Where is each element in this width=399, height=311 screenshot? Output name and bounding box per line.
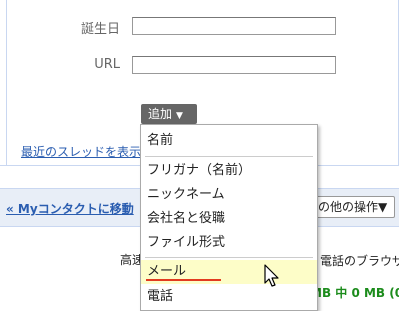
footer-text-right: 電話のブラウザ	[320, 254, 399, 268]
add-button-label: 追加	[148, 107, 173, 121]
menu-item-furigana[interactable]: フリガナ（名前）	[141, 159, 317, 183]
menu-item-nickname[interactable]: ニックネーム	[141, 183, 317, 207]
menu-item-name[interactable]: 名前	[141, 129, 317, 153]
chevron-down-icon: ▼	[176, 111, 183, 121]
menu-item-phone[interactable]: 電話	[141, 285, 317, 309]
url-label: URL	[94, 57, 120, 72]
menu-item-file-as[interactable]: ファイル形式	[141, 231, 317, 255]
back-to-contacts-link[interactable]: « Myコンタクトに移動	[6, 200, 134, 217]
add-field-button[interactable]: 追加 ▼	[141, 104, 197, 124]
highlight-underline	[146, 279, 221, 281]
add-field-dropdown-menu: 名前 フリガナ（名前） ニックネーム 会社名と役職 ファイル形式 メール 電話	[140, 124, 318, 311]
birthday-field[interactable]	[132, 17, 336, 35]
panel-left-border	[6, 0, 7, 166]
mouse-pointer-icon	[264, 264, 279, 287]
storage-usage: MB 中 0 MB (0	[310, 286, 399, 300]
url-field[interactable]	[132, 56, 336, 74]
menu-separator	[145, 257, 313, 258]
menu-item-company[interactable]: 会社名と役職	[141, 207, 317, 231]
menu-separator	[145, 156, 313, 157]
recent-threads-link[interactable]: 最近のスレッドを表示	[21, 143, 141, 160]
birthday-label: 誕生日	[80, 22, 120, 37]
